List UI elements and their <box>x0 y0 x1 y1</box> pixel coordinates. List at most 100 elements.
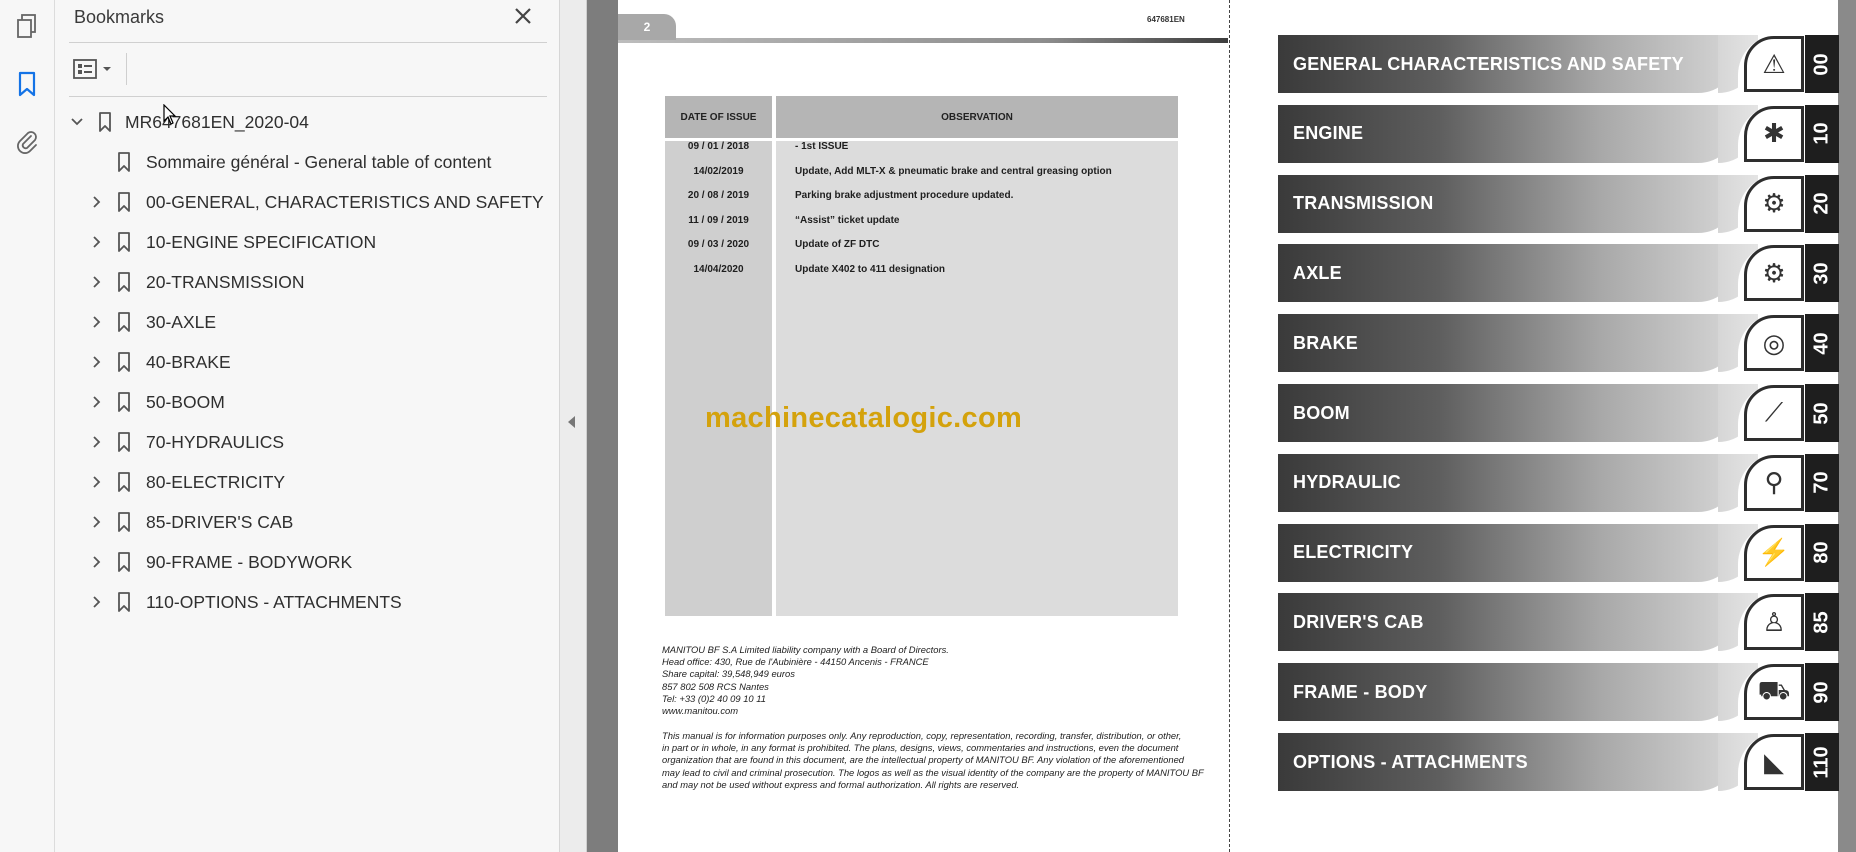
bookmark-icon <box>118 192 130 212</box>
section-label: AXLE <box>1293 262 1342 283</box>
section-number-text: 80 <box>1810 541 1833 564</box>
issue-observation: “Assist” ticket update <box>795 214 900 226</box>
company-info-line: Head office: 430, Rue de l'Aubinière - 4… <box>662 656 929 668</box>
watermark: machinecatalogic.com <box>705 402 1023 434</box>
company-info-line: 857 802 508 RCS Nantes <box>662 680 769 692</box>
section-label: GENERAL CHARACTERISTICS AND SAFETY <box>1293 53 1684 74</box>
issue-date: 20 / 08 / 2019 <box>687 190 750 201</box>
section-tab[interactable]: HYDRAULIC ⚲ 70 <box>1278 453 1839 512</box>
bookmark-icon <box>118 432 130 452</box>
section-label: DRIVER'S CAB <box>1293 611 1424 632</box>
chevron-right-icon[interactable] <box>89 554 105 570</box>
section-label: ELECTRICITY <box>1293 542 1414 563</box>
bookmark-item[interactable]: 50-BOOM <box>55 385 560 419</box>
issue-date: 11 / 09 / 2019 <box>688 214 749 226</box>
section-tab[interactable]: ENGINE ✱ 10 <box>1278 104 1839 163</box>
bookmark-root[interactable]: MR647681EN_2020-04 <box>55 105 560 139</box>
chevron-right-icon[interactable] <box>89 234 105 250</box>
section-tab[interactable]: OPTIONS - ATTACHMENTS ◣ 110 <box>1278 733 1839 791</box>
chevron-right-icon[interactable] <box>89 394 105 410</box>
section-icon: ⛟ <box>1744 664 1804 721</box>
bookmark-item[interactable]: 85-DRIVER'S CAB <box>55 505 560 539</box>
section-number-text: 90 <box>1810 681 1833 704</box>
section-tab[interactable]: ELECTRICITY ⚡ 80 <box>1278 523 1839 582</box>
issue-observation: - 1st ISSUE <box>795 141 849 152</box>
chevron-right-icon[interactable] <box>89 514 105 530</box>
bookmark-root-label: MR647681EN_2020-04 <box>125 111 309 132</box>
bookmark-item[interactable]: 90-FRAME - BODYWORK <box>55 545 560 579</box>
chevron-right-icon[interactable] <box>89 314 105 330</box>
chevron-right-icon[interactable] <box>89 274 105 290</box>
panel-splitter[interactable] <box>560 0 587 852</box>
bookmark-icon <box>99 112 111 132</box>
section-tab[interactable]: TRANSMISSION ⚙ 20 <box>1278 174 1839 233</box>
section-icon: ◣ <box>1744 734 1804 790</box>
section-number: 20 <box>1805 174 1839 233</box>
bookmark-item[interactable]: 70-HYDRAULICS <box>55 425 560 459</box>
chevron-down-icon[interactable] <box>69 114 85 130</box>
section-number-text: 10 <box>1810 122 1833 145</box>
section-label: HYDRAULIC <box>1293 472 1401 493</box>
section-number-text: 85 <box>1810 611 1833 634</box>
bookmarks-icon[interactable] <box>13 70 41 98</box>
section-number-text: 30 <box>1810 262 1833 285</box>
collapse-arrow-icon[interactable] <box>568 416 575 428</box>
tool-rail <box>0 0 55 852</box>
toolbar-divider <box>126 53 127 85</box>
issue-observation: Update, Add MLT-X & pneumatic brake and … <box>795 165 1112 177</box>
bookmark-icon <box>118 232 130 252</box>
section-number-text: 50 <box>1810 401 1833 425</box>
bookmark-icon <box>118 592 130 612</box>
bookmark-item[interactable]: 110-OPTIONS - ATTACHMENTS <box>55 585 560 619</box>
bookmark-label: 85-DRIVER'S CAB <box>146 511 294 532</box>
bookmark-icon <box>118 472 130 492</box>
bookmark-item[interactable]: 80-ELECTRICITY <box>55 465 560 499</box>
chevron-right-icon[interactable] <box>89 594 105 610</box>
section-tab[interactable]: GENERAL CHARACTERISTICS AND SAFETY ⚠ 00 <box>1278 35 1839 93</box>
chevron-right-icon[interactable] <box>89 434 105 450</box>
list-options-icon <box>73 59 111 79</box>
bookmark-label: 10-ENGINE SPECIFICATION <box>146 231 377 252</box>
bookmark-item[interactable]: 10-ENGINE SPECIFICATION <box>55 225 560 259</box>
section-number: 10 <box>1805 104 1839 163</box>
section-tab[interactable]: AXLE ⚙ 30 <box>1278 244 1839 303</box>
bookmark-icon <box>118 152 130 172</box>
chevron-right-icon[interactable] <box>89 194 105 210</box>
chevron-right-icon[interactable] <box>89 474 105 490</box>
scrollbar-track[interactable] <box>1838 0 1856 852</box>
bookmark-item[interactable]: Sommaire général - General table of cont… <box>55 145 560 179</box>
panel-title: Bookmarks <box>74 7 165 27</box>
bookmark-label: 50-BOOM <box>146 391 225 412</box>
section-icon: ✱ <box>1744 105 1804 162</box>
issue-observation: Update X402 to 411 designation <box>795 263 946 275</box>
bookmark-options-button[interactable] <box>73 57 119 81</box>
attachments-icon[interactable] <box>13 128 41 156</box>
section-icon: ⚲ <box>1744 454 1804 511</box>
bookmark-item[interactable]: 00-GENERAL, CHARACTERISTICS AND SAFETY <box>55 185 560 219</box>
section-number: 30 <box>1805 244 1839 303</box>
bookmark-item[interactable]: 40-BRAKE <box>55 345 560 379</box>
issue-date: 09 / 03 / 2020 <box>687 239 750 250</box>
issue-date: 14/04/2020 <box>693 263 744 275</box>
section-tab[interactable]: DRIVER'S CAB ♙ 85 <box>1278 593 1839 652</box>
bookmark-label: 80-ELECTRICITY <box>146 471 286 492</box>
section-icon: ⚙ <box>1744 245 1804 302</box>
close-icon[interactable] <box>511 4 535 28</box>
section-bar <box>1278 244 1758 303</box>
section-number-text: 70 <box>1810 471 1833 494</box>
document-reference: 647681EN <box>1147 15 1185 24</box>
section-number: 80 <box>1805 523 1839 582</box>
section-tab[interactable]: BRAKE ◎ 40 <box>1278 314 1839 373</box>
page-thumbnails-icon[interactable] <box>13 12 41 40</box>
section-label: FRAME - BODY <box>1293 681 1428 702</box>
header-rule <box>618 38 1228 43</box>
section-number: 70 <box>1805 453 1839 512</box>
section-number-text: 20 <box>1810 192 1833 215</box>
bookmark-item[interactable]: 30-AXLE <box>55 305 560 339</box>
bookmark-item[interactable]: 20-TRANSMISSION <box>55 265 560 299</box>
section-tab[interactable]: BOOM ⟋ 50 <box>1278 384 1839 442</box>
section-tab[interactable]: FRAME - BODY ⛟ 90 <box>1278 663 1839 722</box>
chevron-right-icon[interactable] <box>89 354 105 370</box>
table-header-observation: OBSERVATION <box>776 96 1178 138</box>
disclaimer-line: may lead to civil and criminal prosecuti… <box>662 766 1204 778</box>
